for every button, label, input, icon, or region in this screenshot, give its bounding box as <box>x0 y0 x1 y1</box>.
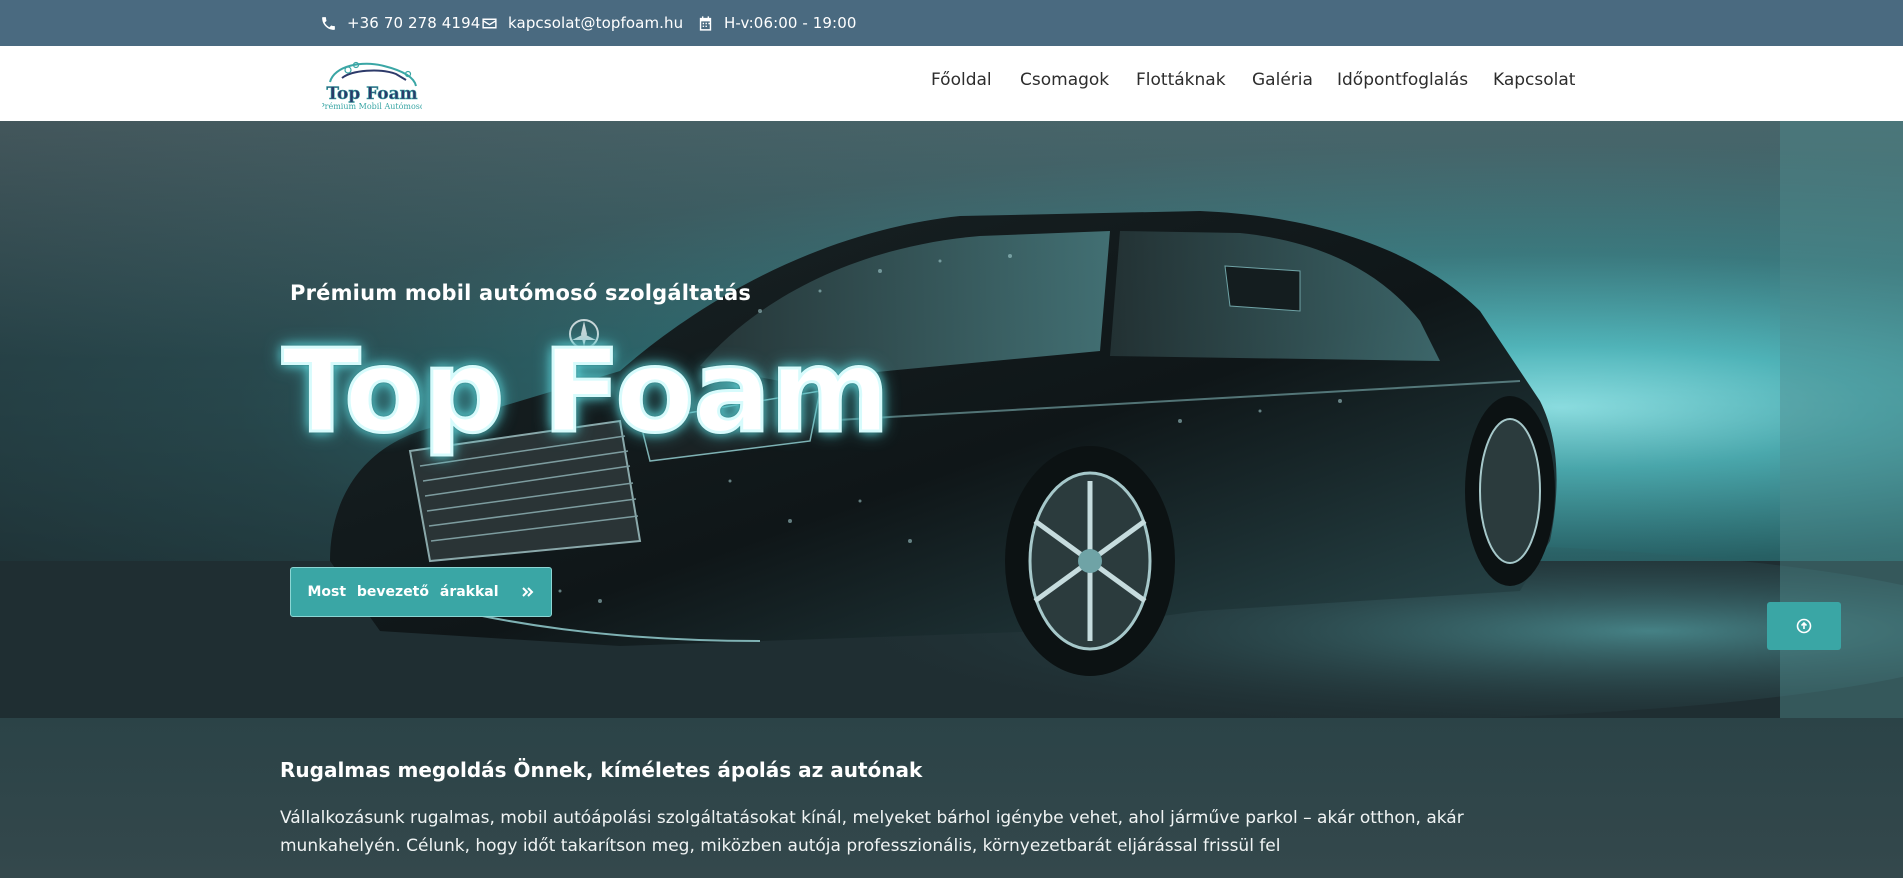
hero-subtitle: Prémium mobil autómosó szolgáltatás <box>290 281 752 305</box>
logo-wordmark: Top Foam <box>326 84 417 104</box>
nav-item-kapcsolat[interactable]: Kapcsolat <box>1493 70 1575 90</box>
intro-section: Rugalmas megoldás Önnek, kíméletes ápolá… <box>0 718 1903 878</box>
nav-item-idopontfoglalas[interactable]: Időpontfoglalás <box>1337 70 1468 90</box>
cta-label: Most bevezető árakkal <box>307 584 499 600</box>
calendar-icon <box>699 15 712 31</box>
logo-tagline: Prémium Mobil Autómosó <box>322 102 422 111</box>
phone-icon <box>322 16 335 30</box>
top-contact-bar: +36 70 278 4194 kapcsolat@topfoam.hu H-v… <box>0 0 1903 46</box>
nav-item-fooldal[interactable]: Főoldal <box>931 70 992 90</box>
hero-title: Top Foam <box>281 325 892 459</box>
nav-item-galeria[interactable]: Galéria <box>1252 70 1313 90</box>
nav-item-flottaknak[interactable]: Flottáknak <box>1136 70 1226 90</box>
hero-banner: Prémium mobil autómosó szolgáltatás Top … <box>0 121 1903 718</box>
phone-number: +36 70 278 4194 <box>347 14 481 32</box>
nav-item-csomagok[interactable]: Csomagok <box>1020 70 1109 90</box>
arrow-up-circle-icon <box>1796 618 1812 634</box>
intro-heading: Rugalmas megoldás Önnek, kíméletes ápolá… <box>280 758 923 782</box>
scroll-to-top-button[interactable] <box>1767 602 1841 650</box>
opening-hours-text: H-v:06:00 - 19:00 <box>724 14 857 32</box>
opening-hours: H-v:06:00 - 19:00 <box>697 12 857 34</box>
email-contact[interactable]: kapcsolat@topfoam.hu <box>481 12 683 34</box>
phone-contact[interactable]: +36 70 278 4194 <box>320 12 480 34</box>
intro-text: Vállalkozásunk rugalmas, mobil autóápolá… <box>280 808 1464 856</box>
envelope-icon <box>482 18 497 28</box>
site-logo[interactable]: Top Foam Prémium Mobil Autómosó <box>319 56 425 112</box>
intro-prices-button[interactable]: Most bevezető árakkal <box>290 567 552 617</box>
main-header: Top Foam Prémium Mobil Autómosó Főoldal … <box>0 46 1903 121</box>
email-address: kapcsolat@topfoam.hu <box>508 14 684 32</box>
double-chevron-right-icon <box>521 587 533 597</box>
